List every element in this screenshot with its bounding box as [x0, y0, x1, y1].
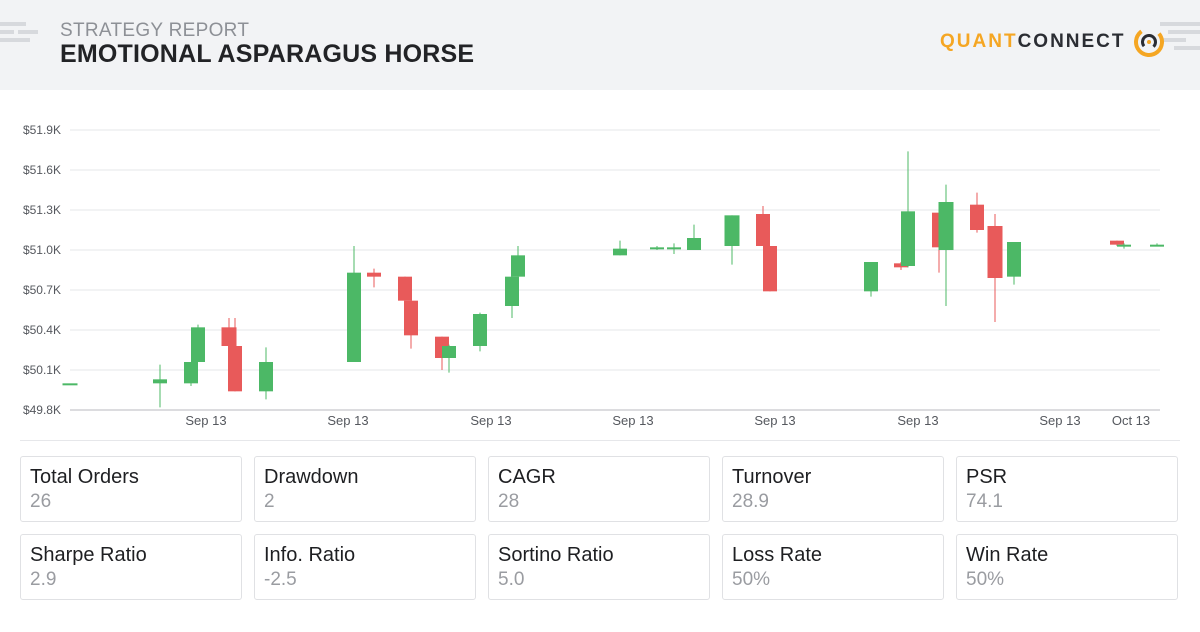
candle-body	[763, 246, 777, 292]
report-subtitle: STRATEGY REPORT	[60, 20, 250, 41]
candle-body	[724, 215, 740, 246]
stat-value: 28.9	[732, 491, 769, 512]
y-tick-label: $49.8K	[23, 403, 61, 417]
x-tick-label: Sep 13	[327, 413, 368, 428]
candle-body	[901, 211, 915, 266]
candle-body	[184, 362, 198, 384]
candle-body	[1150, 244, 1164, 247]
candle-body	[473, 314, 487, 346]
x-tick-label: Sep 13	[470, 413, 511, 428]
stat-card: Sharpe Ratio 2.9	[20, 534, 242, 600]
candle-body	[613, 248, 627, 256]
stat-label: Total Orders	[30, 466, 139, 488]
stat-card: Info. Ratio -2.5	[254, 534, 476, 600]
candle-body	[259, 362, 273, 392]
y-tick-label: $51.6K	[23, 163, 61, 177]
y-tick-label: $50.4K	[23, 323, 61, 337]
logo-text-quant: QUANT	[940, 31, 1018, 52]
x-tick-label: Sep 13	[1039, 413, 1080, 428]
candle-body	[367, 272, 381, 277]
stat-value: 74.1	[966, 491, 1003, 512]
stat-label: Loss Rate	[732, 544, 823, 566]
stat-label: Win Rate	[966, 544, 1049, 566]
stat-label: Sharpe Ratio	[30, 544, 147, 566]
candle-body	[404, 300, 418, 336]
candle-body	[1110, 240, 1124, 245]
logo-text-connect: CONNECT	[1017, 31, 1126, 52]
stat-card: Total Orders 26	[20, 456, 242, 522]
stat-card: Turnover 28.9	[722, 456, 944, 522]
stat-value: -2.5	[264, 569, 297, 590]
stat-card: Sortino Ratio 5.0	[488, 534, 710, 600]
candle-body	[687, 238, 701, 250]
candle-body	[667, 247, 681, 250]
report-title: EMOTIONAL ASPARAGUS HORSE	[60, 40, 475, 68]
candle-body	[505, 276, 519, 306]
candle-body	[398, 276, 412, 301]
x-tick-label: Sep 13	[185, 413, 226, 428]
report-header: STRATEGY REPORT EMOTIONAL ASPARAGUS HORS…	[0, 0, 1200, 90]
stat-card: Drawdown 2	[254, 456, 476, 522]
stat-label: CAGR	[498, 466, 556, 488]
stat-value: 5.0	[498, 569, 525, 590]
candle-body	[987, 226, 1003, 278]
candle-body	[62, 383, 78, 386]
x-tick-label: Sep 13	[612, 413, 653, 428]
candle-body	[153, 379, 167, 384]
stat-value: 26	[30, 491, 52, 512]
stat-value: 50%	[966, 569, 1005, 590]
y-tick-label: $50.1K	[23, 363, 61, 377]
equity-candlestick-chart: $49.8K $50.1K $50.4K $50.7K $51.0K $51.3K $51.…	[23, 123, 1164, 428]
candle-body	[228, 346, 242, 392]
stat-label: Drawdown	[264, 466, 359, 488]
candle-body	[191, 327, 205, 362]
quantconnect-logo: QUANT CONNECT	[940, 24, 1166, 60]
candle-body	[938, 202, 954, 250]
y-tick-label: $51.3K	[23, 203, 61, 217]
stat-label: PSR	[966, 466, 1008, 488]
stat-label: Turnover	[732, 466, 812, 488]
x-tick-label: Sep 13	[754, 413, 795, 428]
candle-body	[650, 247, 664, 250]
candle-body	[511, 255, 525, 277]
candle-body	[756, 214, 770, 246]
candle-body	[970, 204, 984, 230]
stat-value: 28	[498, 491, 520, 512]
stat-card: Loss Rate 50%	[722, 534, 944, 600]
x-tick-label: Oct 13	[1112, 413, 1150, 428]
stat-card: PSR 74.1	[956, 456, 1178, 522]
candle-body	[1007, 242, 1021, 277]
section-divider	[20, 440, 1180, 441]
y-tick-label: $51.0K	[23, 243, 61, 257]
stat-value: 2	[264, 491, 275, 512]
x-tick-label: Sep 13	[897, 413, 938, 428]
stat-card: Win Rate 50%	[956, 534, 1178, 600]
candle-body	[1117, 244, 1131, 247]
candle-body	[347, 272, 361, 362]
candle-body	[442, 346, 456, 358]
y-tick-label: $51.9K	[23, 123, 61, 137]
stat-card: CAGR 28	[488, 456, 710, 522]
y-tick-label: $50.7K	[23, 283, 61, 297]
stat-label: Info. Ratio	[264, 544, 356, 566]
stat-value: 50%	[732, 569, 771, 590]
candle-body	[864, 262, 878, 292]
stat-value: 2.9	[30, 569, 57, 590]
quantconnect-logo-icon	[1133, 27, 1164, 57]
candle-body	[221, 327, 237, 346]
stat-label: Sortino Ratio	[498, 544, 614, 566]
